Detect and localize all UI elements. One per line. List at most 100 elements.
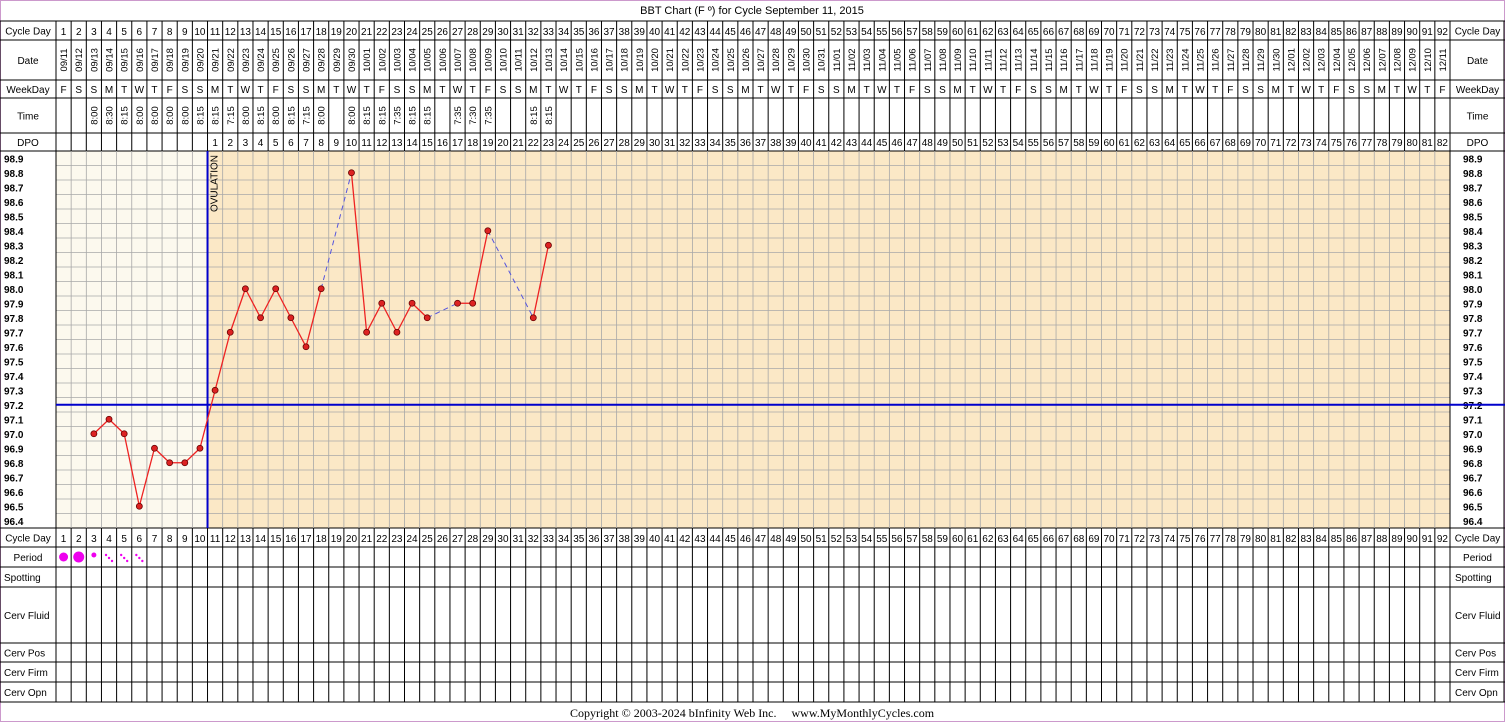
dpo-number: 68 [1225,138,1237,149]
chart-svg: BBT Chart (F º) for Cycle September 11, … [0,0,1505,722]
y-tick-label-right: 97.2 [1463,401,1483,412]
weekday-label: S [606,85,613,96]
weekday-label: W [771,85,781,96]
cycle-day-number: 77 [1210,27,1222,38]
time-label: 8:15 [286,106,297,125]
cycle-day-number: 27 [452,27,464,38]
date-label: 10/27 [756,48,767,72]
y-tick-label: 98.2 [4,256,24,267]
dpo-number: 46 [891,138,903,149]
time-label: 8:15 [544,106,555,125]
date-label: 10/04 [408,48,419,72]
weekday-label: T [151,85,157,96]
date-label: 10/31 [817,48,828,72]
temp-point [226,328,234,336]
bbt-chart: BBT Chart (F º) for Cycle September 11, … [0,0,1505,722]
y-tick-label-right: 96.8 [1463,459,1483,470]
cycle-day-number-bottom: 44 [710,534,722,545]
weekday-label: M [529,85,537,96]
weekday-label: S [1151,85,1158,96]
time-label: 8:00 [317,106,328,125]
weekday-label: S [1242,85,1249,96]
row-label-date: Date [17,56,39,67]
row-label-cerv-fluid: Cerv Fluid [4,611,50,622]
cycle-day-number: 48 [770,27,782,38]
dpo-number: 43 [846,138,858,149]
y-tick-label: 98.6 [4,198,24,209]
date-label: 12/08 [1392,48,1403,72]
dpo-number: 11 [361,138,372,149]
cycle-day-number: 51 [816,27,828,38]
y-tick-label-right: 98.9 [1463,154,1483,165]
cycle-day-number: 4 [106,27,112,38]
dpo-number: 37 [755,138,767,149]
time-label: 8:00 [180,106,191,125]
cycle-day-number-bottom: 15 [270,534,282,545]
cycle-day-number-bottom: 32 [528,534,540,545]
cycle-day-number: 22 [376,27,388,38]
dpo-number: 1 [212,138,218,149]
temp-point [211,386,219,394]
weekday-label: T [470,85,476,96]
cycle-day-number: 87 [1361,27,1373,38]
date-label: 09/22 [226,48,237,72]
time-label: 8:15 [211,106,222,125]
weekday-label: W [665,85,675,96]
cycle-day-number-bottom: 90 [1407,534,1419,545]
cycle-day-number: 25 [422,27,434,38]
date-label: 10/05 [423,48,434,72]
date-label: 12/07 [1377,48,1388,72]
dpo-number: 66 [1194,138,1206,149]
cycle-day-number-bottom: 38 [619,534,631,545]
weekday-label: S [181,85,188,96]
date-label: 09/29 [332,48,343,72]
date-label: 11/10 [968,48,979,71]
weekday-label: T [333,85,339,96]
dpo-number: 4 [258,138,264,149]
cycle-day-number: 58 [922,27,934,38]
date-label: 09/30 [347,48,358,72]
date-label: 10/02 [377,48,388,72]
temp-point [287,314,295,322]
cycle-day-number-bottom: 81 [1270,534,1282,545]
cycle-day-number-bottom: 76 [1194,534,1206,545]
weekday-label: S [91,85,98,96]
date-label: 11/26 [1211,48,1222,71]
dpo-number: 47 [907,138,919,149]
weekday-label: S [197,85,204,96]
date-label: 10/29 [786,48,797,72]
date-label: 11/25 [1195,48,1206,71]
time-label: 8:00 [89,106,100,125]
row-label-right-cerv-pos: Cerv Pos [1455,649,1496,660]
dpo-number: 21 [513,138,525,149]
dpo-number: 49 [937,138,949,149]
cycle-day-number-bottom: 54 [861,534,873,545]
dpo-number: 7 [303,138,309,149]
weekday-label: T [1106,85,1112,96]
y-tick-label-right: 98.0 [1463,285,1483,296]
cycle-day-number-bottom: 46 [740,534,752,545]
row-label-right-cerv-firm: Cerv Firm [1455,668,1499,679]
date-label: 11/12 [999,48,1010,71]
y-tick-label: 96.6 [4,488,24,499]
date-label: 11/19 [1105,48,1116,71]
date-label: 11/17 [1074,48,1085,71]
cycle-day-number-bottom: 22 [376,534,388,545]
cycle-day-number: 24 [407,27,419,38]
weekday-label: W [347,85,357,96]
chart-title: BBT Chart (F º) for Cycle September 11, … [640,5,864,17]
cycle-day-number-bottom: 5 [121,534,127,545]
dpo-number: 41 [816,138,828,149]
cycle-day-number-bottom: 9 [182,534,188,545]
date-label: 11/30 [1271,48,1282,71]
cycle-day-number-bottom: 71 [1119,534,1131,545]
y-tick-label: 97.2 [4,401,24,412]
temp-point [196,444,204,452]
date-label: 10/14 [559,48,570,72]
period-spotting-dot [122,556,126,560]
y-tick-label-right: 98.8 [1463,169,1483,180]
cycle-day-number-bottom: 64 [1013,534,1025,545]
temp-point [242,285,249,293]
temp-point [302,343,310,351]
dpo-number: 5 [273,138,279,149]
